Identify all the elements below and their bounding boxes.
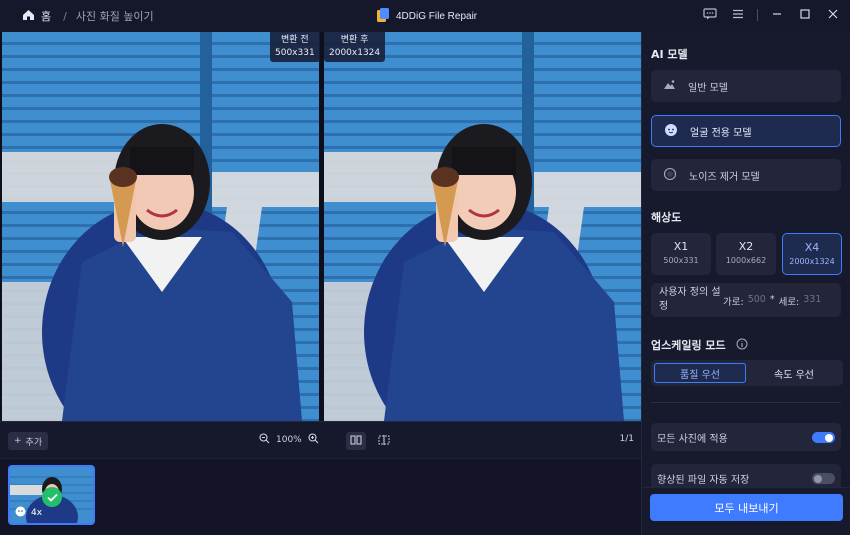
check-icon	[42, 487, 62, 507]
zoom-control: 100%	[259, 433, 319, 447]
face-icon	[664, 123, 678, 140]
title-bar: 홈 / 사진 화질 높이기 4DDiG File Repair	[0, 0, 850, 32]
minimize-button[interactable]	[768, 6, 786, 24]
resolution-x4-size: 2000x1324	[789, 257, 835, 266]
resolution-x1-button[interactable]: X1 500x331	[651, 233, 711, 275]
thumbnail-badge: 4x	[15, 506, 42, 520]
controls-divider	[757, 9, 758, 21]
chat-icon	[703, 7, 717, 23]
app-title: 4DDiG File Repair	[396, 11, 478, 22]
app-logo-icon	[376, 7, 390, 26]
minimize-icon	[771, 8, 783, 23]
export-area: 모두 내보내기	[642, 487, 850, 535]
width-label: 가로:	[723, 297, 744, 308]
after-label: 변환 후	[340, 35, 369, 45]
times-sign: *	[769, 294, 775, 305]
apply-all-row: 모든 사진에 적용	[651, 423, 841, 451]
add-label: 추가	[25, 437, 43, 448]
resolution-x2-button[interactable]: X2 1000x662	[716, 233, 776, 275]
thumbnail-strip: 4x	[0, 458, 641, 535]
after-image	[324, 32, 641, 421]
face-model-icon	[15, 506, 26, 520]
export-all-button[interactable]: 모두 내보내기	[650, 494, 843, 521]
after-size: 2000x1324	[329, 48, 381, 58]
zoom-out-icon[interactable]	[259, 433, 270, 447]
speed-first-button[interactable]: 속도 우선	[748, 363, 840, 383]
compare-view-icon	[378, 434, 390, 448]
resolution-x4-label: X4	[804, 241, 820, 254]
hamburger-icon	[732, 9, 744, 22]
height-input[interactable]: 331	[803, 294, 821, 308]
thumbnail-item[interactable]: 4x	[8, 465, 95, 525]
home-icon	[22, 9, 35, 24]
ai-model-title: AI 모델	[651, 48, 688, 61]
split-view-icon	[350, 435, 362, 448]
menu-button[interactable]	[729, 6, 747, 24]
side-by-side-view-button[interactable]	[346, 432, 366, 450]
zoom-value: 100%	[276, 435, 302, 445]
before-tag: 변환 전 500x331	[270, 32, 320, 62]
apply-all-toggle[interactable]	[812, 432, 835, 443]
add-button[interactable]: + 추가	[8, 432, 49, 450]
view-mode-buttons	[346, 432, 394, 450]
panel-divider	[651, 402, 841, 403]
model-option-denoise[interactable]: 노이즈 제거 모델	[651, 159, 841, 191]
upscale-mode-selector: 품질 우선 속도 우선	[651, 360, 843, 386]
resolution-x2-size: 1000x662	[725, 256, 767, 265]
auto-save-label: 향상된 파일 자동 저장	[657, 474, 750, 486]
zoom-in-icon[interactable]	[308, 433, 319, 447]
model-label-denoise: 노이즈 제거 모델	[689, 171, 760, 183]
before-size: 500x331	[275, 48, 315, 58]
maximize-icon	[799, 8, 811, 23]
upscale-mode-title: 업스케일링 모드	[651, 339, 726, 352]
quality-first-button[interactable]: 품질 우선	[654, 363, 746, 383]
window-controls	[701, 6, 842, 24]
breadcrumb: 사진 화질 높이기	[75, 10, 154, 23]
maximize-button[interactable]	[796, 6, 814, 24]
height-label: 세로:	[778, 297, 800, 308]
custom-resolution-values: 가로: 500 * 세로: 331	[723, 294, 821, 308]
page-count: 1/1	[619, 434, 634, 444]
resolution-x4-button[interactable]: X4 2000x1324	[782, 233, 842, 275]
upscale-mode-header: 업스케일링 모드	[651, 337, 748, 353]
home-label: 홈	[41, 10, 52, 23]
feedback-button[interactable]	[701, 6, 719, 24]
after-tag: 변환 후 2000x1324	[324, 32, 386, 62]
model-option-face[interactable]: 얼굴 전용 모델	[651, 115, 841, 147]
model-option-general[interactable]: 일반 모델	[651, 70, 841, 102]
apply-all-label: 모든 사진에 적용	[657, 433, 728, 445]
auto-save-toggle[interactable]	[812, 473, 835, 484]
breadcrumb-separator: /	[63, 9, 67, 23]
before-label: 변환 전	[280, 35, 309, 45]
close-button[interactable]	[824, 6, 842, 24]
settings-panel: AI 모델 일반 모델 얼굴 전용 모델 노이즈 제거 모델 해상도 X1 50…	[641, 32, 850, 535]
resolution-x1-label: X1	[673, 240, 689, 253]
preview-area: 변환 전 500x331 변환 후 2000x1324	[0, 32, 641, 421]
custom-resolution-label: 사용자 정의 설정	[659, 287, 721, 312]
before-image	[2, 32, 319, 421]
info-icon[interactable]	[736, 338, 748, 353]
close-icon	[827, 8, 839, 23]
preview-toolbar: + 추가 100% 1/1	[0, 421, 641, 458]
mountain-icon	[663, 79, 676, 93]
app-title-group: 4DDiG File Repair	[376, 7, 477, 26]
thumbnail-scale: 4x	[31, 508, 43, 518]
width-input[interactable]: 500	[748, 294, 766, 308]
slider-view-button[interactable]	[374, 432, 394, 450]
resolution-title: 해상도	[651, 211, 682, 224]
resolution-x1-size: 500x331	[663, 256, 699, 265]
model-label-general: 일반 모델	[688, 82, 728, 94]
model-label-face: 얼굴 전용 모델	[690, 127, 752, 139]
home-button[interactable]: 홈	[22, 8, 51, 24]
denoise-icon	[663, 167, 677, 184]
plus-icon: +	[14, 436, 22, 446]
custom-resolution: 사용자 정의 설정 가로: 500 * 세로: 331	[651, 283, 841, 317]
resolution-x2-label: X2	[738, 240, 754, 253]
